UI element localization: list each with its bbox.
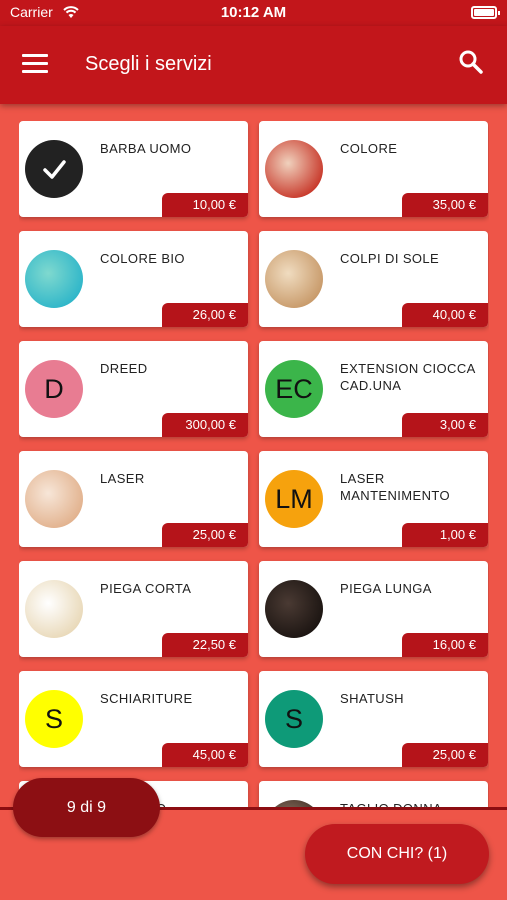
service-card[interactable]: COLORE BIO 26,00 € xyxy=(19,231,248,327)
service-card[interactable]: PIEGA CORTA 22,50 € xyxy=(19,561,248,657)
service-name: LASER xyxy=(100,471,145,486)
service-price-badge: 3,00 € xyxy=(402,413,488,437)
page-title: Scegli i servizi xyxy=(85,53,212,75)
service-price-badge: 35,00 € xyxy=(402,193,488,217)
service-initials-avatar: EC xyxy=(265,360,323,418)
service-price-badge: 22,50 € xyxy=(162,633,248,657)
service-price-badge: 25,00 € xyxy=(162,523,248,547)
service-price-badge: 300,00 € xyxy=(162,413,248,437)
service-photo-avatar xyxy=(265,580,323,638)
service-name: PIEGA CORTA xyxy=(100,581,192,596)
service-name: COLORE xyxy=(340,141,398,156)
service-card[interactable]: COLORE 35,00 € xyxy=(259,121,488,217)
service-name: EXTENSION CIOCCA CAD.UNA xyxy=(340,361,475,393)
service-card[interactable]: EC EXTENSION CIOCCA CAD.UNA 3,00 € xyxy=(259,341,488,437)
service-name: PIEGA LUNGA xyxy=(340,581,432,596)
service-name: SCHIARITURE xyxy=(100,691,193,706)
service-initials-avatar: D xyxy=(25,360,83,418)
service-photo-avatar xyxy=(265,140,323,198)
service-name: COLORE BIO xyxy=(100,251,185,266)
service-photo-avatar xyxy=(25,470,83,528)
service-card[interactable]: TAGLIO DONNA xyxy=(259,781,488,808)
service-card[interactable]: LASER 25,00 € xyxy=(19,451,248,547)
con-chi-button[interactable]: CON CHI? (1) xyxy=(305,824,489,884)
service-name: LASER MANTENIMENTO xyxy=(340,471,451,503)
service-price-badge: 25,00 € xyxy=(402,743,488,767)
page-indicator: 9 di 9 xyxy=(13,778,160,837)
service-photo-avatar xyxy=(25,250,83,308)
service-initials-avatar: LM xyxy=(265,470,323,528)
service-price-badge: 26,00 € xyxy=(162,303,248,327)
service-card[interactable]: PIEGA LUNGA 16,00 € xyxy=(259,561,488,657)
status-time: 10:12 AM xyxy=(220,4,287,21)
service-price-badge: 10,00 € xyxy=(162,193,248,217)
service-card[interactable]: S SCHIARITURE 45,00 € xyxy=(19,671,248,767)
service-card[interactable]: S SHATUSH 25,00 € xyxy=(259,671,488,767)
service-name: DREED xyxy=(100,361,148,376)
menu-icon[interactable] xyxy=(22,54,48,74)
service-photo-avatar xyxy=(25,580,83,638)
service-initials-avatar: S xyxy=(25,690,83,748)
status-bar: Carrier 10:12 AM xyxy=(0,0,507,26)
service-photo-avatar xyxy=(265,250,323,308)
service-price-badge: 1,00 € xyxy=(402,523,488,547)
service-card[interactable]: BARBA UOMO 10,00 € xyxy=(19,121,248,217)
service-name: BARBA UOMO xyxy=(100,141,192,156)
service-name: COLPI DI SOLE xyxy=(340,251,440,266)
service-price-badge: 40,00 € xyxy=(402,303,488,327)
service-name: SHATUSH xyxy=(340,691,404,706)
search-icon[interactable] xyxy=(457,48,485,76)
battery-icon xyxy=(471,6,500,19)
app-bar: Scegli i servizi xyxy=(0,26,507,104)
service-price-badge: 16,00 € xyxy=(402,633,488,657)
service-price-badge: 45,00 € xyxy=(162,743,248,767)
service-card[interactable]: D DREED 300,00 € xyxy=(19,341,248,437)
service-card[interactable]: COLPI DI SOLE 40,00 € xyxy=(259,231,488,327)
service-initials-avatar: S xyxy=(265,690,323,748)
check-icon xyxy=(43,160,66,179)
service-photo-avatar xyxy=(25,140,83,198)
services-grid: BARBA UOMO 10,00 € COLORE 35,00 € COLORE BIO… xyxy=(19,121,489,808)
service-card[interactable]: LM LASER MANTENIMENTO 1,00 € xyxy=(259,451,488,547)
